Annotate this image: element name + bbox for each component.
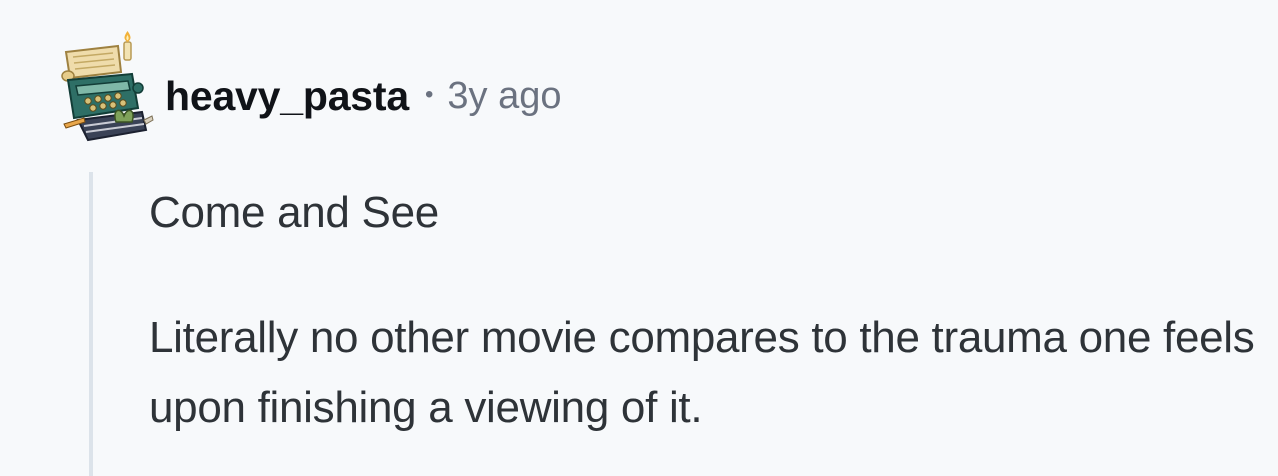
comment: heavy_pasta • 3y ago Come and See Litera… bbox=[0, 0, 1278, 476]
comment-paragraph-2: Literally no other movie compares to the… bbox=[149, 313, 1255, 432]
comment-body: Come and See Literally no other movie co… bbox=[149, 178, 1259, 443]
thread-line[interactable] bbox=[89, 172, 93, 476]
username-link[interactable]: heavy_pasta bbox=[165, 73, 409, 120]
typewriter-avatar-icon bbox=[61, 31, 154, 142]
comment-meta: heavy_pasta • 3y ago bbox=[165, 70, 561, 122]
meta-separator: • bbox=[424, 81, 434, 108]
timestamp[interactable]: 3y ago bbox=[447, 75, 561, 118]
avatar[interactable] bbox=[58, 26, 154, 144]
comment-paragraph-1: Come and See bbox=[149, 188, 439, 237]
